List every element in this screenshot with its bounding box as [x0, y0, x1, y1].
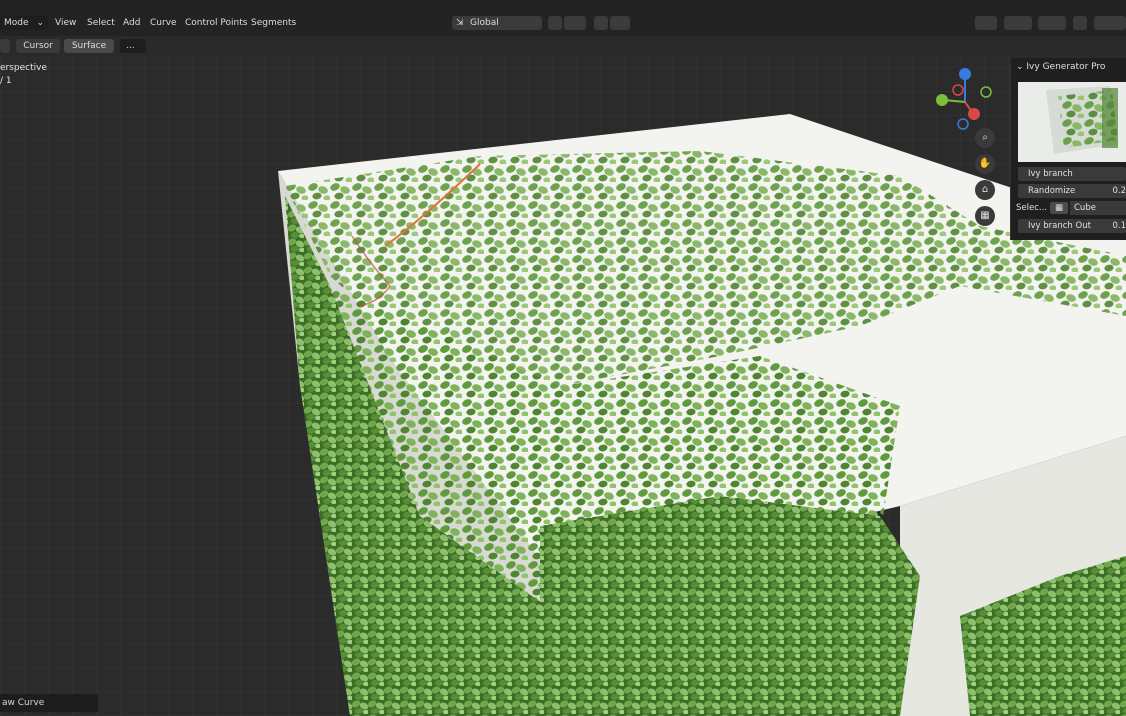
chevron-down-icon: ⌄ [36, 18, 44, 28]
extra-label: ... [126, 41, 135, 51]
zoom-icon[interactable]: ⌕ [975, 128, 995, 148]
ivy-branch-out-label: Ivy branch Out [1028, 221, 1091, 231]
cube-object-icon: ▦ [1050, 202, 1068, 214]
operator-label: aw Curve [2, 698, 45, 708]
last-operator-panel[interactable]: aw Curve [0, 694, 98, 712]
xray-toggle-icon[interactable] [1073, 16, 1087, 30]
surface-label: Surface [71, 41, 107, 51]
falloff-icon[interactable] [610, 16, 630, 30]
collection-label: / 1 [0, 76, 12, 86]
proportional-editing-icon[interactable] [594, 16, 608, 30]
transform-orientation-dropdown[interactable]: ⇲ Global [452, 16, 524, 30]
navigation-gizmo[interactable] [930, 64, 1000, 134]
menu-select[interactable]: Select [87, 18, 115, 28]
extra-dropdown[interactable]: ... [120, 39, 146, 53]
ivy-branch-out-value: 0.1 [1112, 221, 1126, 231]
menu-control-points[interactable]: Control Points [185, 18, 247, 28]
pan-hand-icon[interactable]: ✋ [975, 154, 995, 174]
ivy-branch-field[interactable]: Ivy branch [1018, 167, 1126, 181]
mode-selector[interactable]: Mode ⌄ [0, 16, 48, 30]
snap-target-icon[interactable] [564, 16, 586, 30]
surface-button[interactable]: Surface [64, 39, 114, 53]
chevron-down-icon: ⌄ [1016, 62, 1027, 72]
orientation-label: Global [470, 18, 499, 28]
view-name-label: erspective [0, 63, 48, 73]
ivy-branch-out-field[interactable]: Ivy branch Out 0.1 [1018, 219, 1126, 233]
ivy-preview-thumbnail[interactable] [1018, 82, 1126, 162]
menu-segments[interactable]: Segments [251, 18, 296, 28]
editor-header: Mode ⌄ View Select Add Curve Control Poi… [0, 0, 1126, 36]
view-object-types-icon[interactable] [975, 16, 997, 30]
tool-settings-bar: Cursor Surface ... [0, 36, 1126, 56]
mode-label: Mode [4, 18, 29, 28]
select-value: Cube [1070, 201, 1126, 215]
randomize-field[interactable]: Randomize 0.2 [1018, 184, 1126, 198]
cursor-button[interactable]: Cursor [16, 39, 60, 53]
preview-image [1018, 82, 1126, 162]
3d-viewport[interactable]: erspective / 1 ⌕ ✋ ⌂ ▦ [0, 56, 1126, 716]
panel-header[interactable]: ⌄ Ivy Generator Pro [1016, 62, 1105, 72]
panel-title: Ivy Generator Pro [1026, 62, 1106, 72]
orientation-icon: ⇲ [456, 18, 464, 28]
randomize-label: Randomize [1028, 186, 1076, 196]
ivy-branch-label: Ivy branch [1028, 169, 1073, 179]
menu-view[interactable]: View [55, 18, 76, 28]
select-label: Selec... [1016, 203, 1047, 213]
shading-mode-icon[interactable] [1094, 16, 1126, 30]
randomize-value: 0.2 [1112, 186, 1126, 196]
snap-toggle-icon[interactable] [548, 16, 562, 30]
gizmo-toggle-icon[interactable] [1004, 16, 1032, 30]
cursor-label: Cursor [23, 41, 53, 51]
camera-view-icon[interactable]: ⌂ [975, 180, 995, 200]
overlay-toggle-icon[interactable] [1038, 16, 1066, 30]
select-object-field[interactable]: Selec... ▦ Cube [1014, 201, 1126, 215]
tool-dropdown-icon[interactable] [0, 39, 10, 53]
pivot-point-icon[interactable] [520, 16, 542, 30]
perspective-toggle-icon[interactable]: ▦ [975, 206, 995, 226]
menu-curve[interactable]: Curve [150, 18, 177, 28]
scene-render [278, 114, 1126, 716]
menu-add[interactable]: Add [123, 18, 140, 28]
